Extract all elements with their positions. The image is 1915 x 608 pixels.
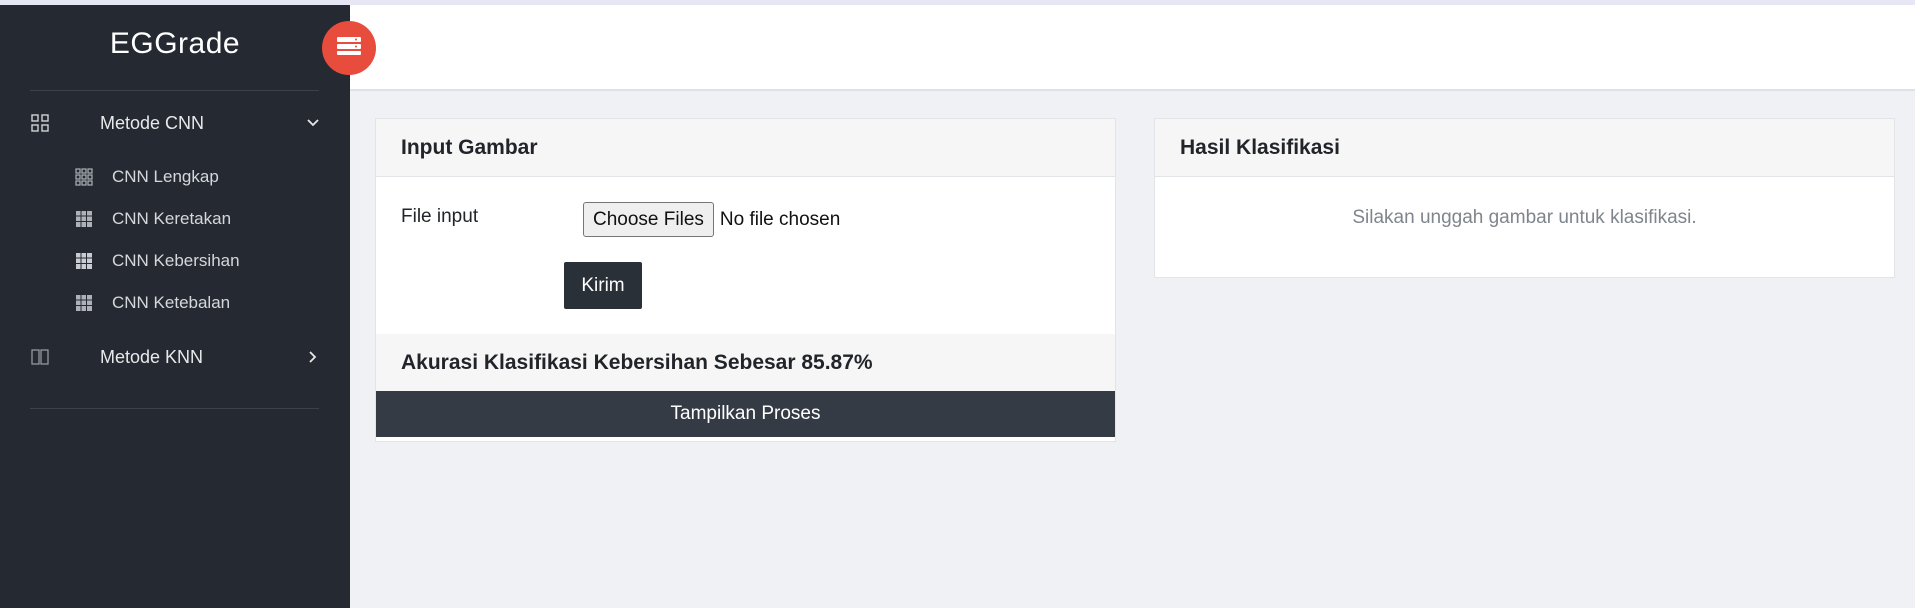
sidebar-item-metode-cnn[interactable]: Metode CNN xyxy=(0,103,350,143)
sidebar-divider-bottom xyxy=(30,408,319,409)
sidebar-subitem-cnn-keretakan[interactable]: CNN Keretakan xyxy=(0,202,350,236)
accuracy-text: Akurasi Klasifikasi Kebersihan Sebesar 8… xyxy=(376,334,1115,391)
columns-icon xyxy=(30,347,50,367)
upload-hint-text: Silakan unggah gambar untuk klasifikasi. xyxy=(1352,207,1697,228)
brand-title: EGGrade xyxy=(109,27,241,60)
submit-button[interactable]: Kirim xyxy=(564,262,642,309)
sidebar-subitem-label: CNN Keretakan xyxy=(112,209,232,228)
sidebar-toggle-button[interactable] xyxy=(322,21,376,75)
file-status-text: No file chosen xyxy=(719,208,841,230)
chevron-right-icon xyxy=(306,350,320,364)
result-card-title: Hasil Klasifikasi xyxy=(1155,119,1894,177)
table-icon xyxy=(74,251,94,271)
classification-result-card: Hasil Klasifikasi Silakan unggah gambar … xyxy=(1154,118,1895,278)
top-navbar xyxy=(350,5,1915,91)
sidebar-subitem-cnn-kebersihan[interactable]: CNN Kebersihan xyxy=(0,244,350,278)
sidebar-item-label: Metode CNN xyxy=(100,112,205,133)
sidebar-subitem-label: CNN Kebersihan xyxy=(112,251,240,270)
file-input-label: File input xyxy=(401,206,479,227)
input-card-title: Input Gambar xyxy=(376,119,1115,177)
choose-files-button[interactable]: Choose Files xyxy=(583,202,714,237)
apps-icon xyxy=(74,167,94,187)
file-input: Choose Files No file chosen xyxy=(583,202,840,237)
sidebar-subitem-label: CNN Ketebalan xyxy=(112,293,231,312)
sidebar-subitem-cnn-lengkap[interactable]: CNN Lengkap xyxy=(0,160,350,194)
sidebar-subitem-cnn-ketebalan[interactable]: CNN Ketebalan xyxy=(0,286,350,320)
sidebar: EGGrade Metode CNN CNN Lengkap CNN Keret… xyxy=(0,5,350,608)
sidebar-item-metode-knn[interactable]: Metode KNN xyxy=(0,337,350,377)
sidebar-subitem-label: CNN Lengkap xyxy=(112,167,219,186)
table-icon xyxy=(74,293,94,313)
menu-icon xyxy=(337,36,361,61)
show-process-button[interactable]: Tampilkan Proses xyxy=(376,391,1115,437)
sidebar-item-label: Metode KNN xyxy=(100,346,204,367)
grid-icon xyxy=(30,113,50,133)
sidebar-divider-top xyxy=(30,90,319,91)
chevron-down-icon xyxy=(306,116,320,130)
table-icon xyxy=(74,209,94,229)
input-image-card: Input Gambar File input Choose Files No … xyxy=(375,118,1116,442)
